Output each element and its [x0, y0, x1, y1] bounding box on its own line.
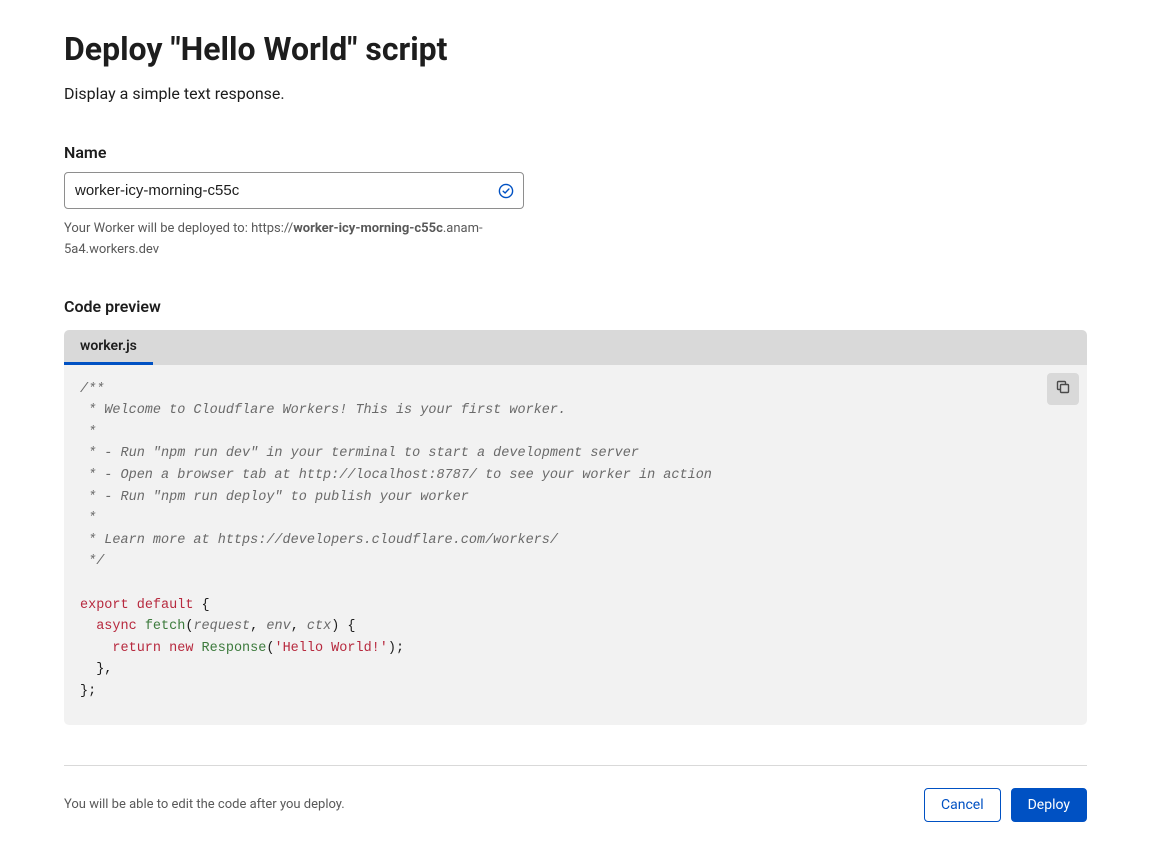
code-body: /** * Welcome to Cloudflare Workers! Thi…: [64, 365, 1087, 725]
code-token: async: [96, 619, 137, 634]
code-comment-line: * - Run "npm run dev" in your terminal t…: [80, 446, 639, 461]
code-token: );: [388, 641, 404, 656]
code-token: {: [193, 598, 209, 613]
name-input[interactable]: [64, 172, 524, 209]
page-title: Deploy "Hello World" script: [64, 30, 1087, 68]
copy-icon: [1055, 379, 1071, 398]
code-comment-line: * Learn more at https://developers.cloud…: [80, 533, 558, 548]
code-comment-line: */: [80, 554, 104, 569]
code-comment-line: * - Open a browser tab at http://localho…: [80, 468, 712, 483]
code-token: export: [80, 598, 129, 613]
name-help-text: Your Worker will be deployed to: https:/…: [64, 219, 524, 261]
code-token: return: [112, 641, 161, 656]
code-comment-line: *: [80, 511, 96, 526]
footer-divider: [64, 765, 1087, 766]
cancel-button[interactable]: Cancel: [924, 788, 1001, 822]
code-token: },: [96, 662, 112, 677]
code-token: request: [193, 619, 250, 634]
footer-note: You will be able to edit the code after …: [64, 797, 345, 812]
code-token: default: [137, 598, 194, 613]
code-token: new: [169, 641, 193, 656]
name-field-label: Name: [64, 143, 1087, 162]
code-token: ctx: [307, 619, 331, 634]
code-token: Response: [202, 641, 267, 656]
footer-actions: Cancel Deploy: [924, 788, 1087, 822]
code-comment-line: *: [80, 425, 96, 440]
code-token: 'Hello World!': [274, 641, 387, 656]
tab-worker-js[interactable]: worker.js: [64, 330, 153, 365]
code-comment-line: /**: [80, 382, 104, 397]
code-token: ) {: [331, 619, 355, 634]
copy-button[interactable]: [1047, 373, 1079, 405]
code-tab-bar: worker.js: [64, 330, 1087, 365]
code-panel: worker.js /** * Welcome to Cloudflare Wo…: [64, 330, 1087, 725]
code-token: ,: [291, 619, 307, 634]
code-comment-line: * - Run "npm run deploy" to publish your…: [80, 490, 469, 505]
name-input-wrapper: [64, 172, 524, 209]
code-token: ,: [250, 619, 266, 634]
code-comment-line: * Welcome to Cloudflare Workers! This is…: [80, 403, 566, 418]
deploy-button[interactable]: Deploy: [1011, 788, 1087, 822]
code-token: };: [80, 684, 96, 699]
code-preview-label: Code preview: [64, 297, 1087, 316]
help-prefix: Your Worker will be deployed to: https:/…: [64, 221, 293, 236]
code-token: env: [266, 619, 290, 634]
code-token: fetch: [145, 619, 186, 634]
footer-row: You will be able to edit the code after …: [64, 788, 1087, 822]
help-worker-name: worker-icy-morning-c55c: [293, 221, 443, 236]
page-subtitle: Display a simple text response.: [64, 84, 1087, 103]
checkmark-icon: [498, 183, 514, 199]
